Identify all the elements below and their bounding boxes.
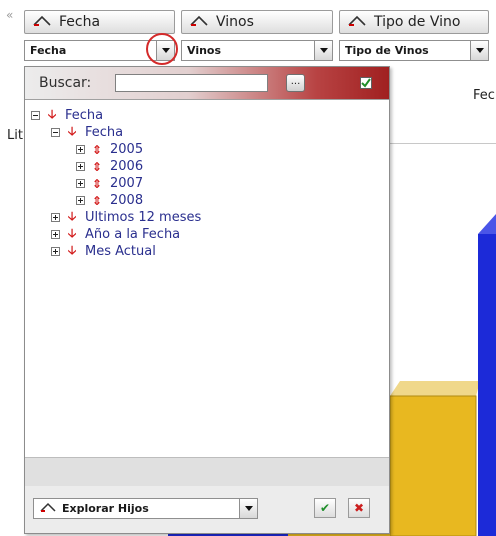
footer-separator xyxy=(25,457,389,486)
expand-box-icon[interactable] xyxy=(51,247,60,256)
arrow-updown-icon: ⇕ xyxy=(91,142,103,157)
browse-button[interactable]: ... xyxy=(286,74,305,92)
tree-node[interactable]: 🡣 Mes Actual xyxy=(51,243,156,260)
popup-footer: Explorar Hijos ✔ ✖ xyxy=(25,486,389,533)
tree-node[interactable]: ⇕ 2006 xyxy=(76,158,143,175)
tree-node-label: 2007 xyxy=(110,176,144,191)
chevron-down-icon[interactable] xyxy=(239,499,257,518)
expand-box-icon[interactable] xyxy=(76,196,85,205)
arrow-updown-icon: ⇕ xyxy=(91,193,103,208)
check-icon: ✔ xyxy=(319,501,331,515)
cancel-button[interactable]: ✖ xyxy=(348,498,370,518)
tree-node-label: Año a la Fecha xyxy=(85,227,181,242)
collapse-box-icon[interactable] xyxy=(51,128,60,137)
arrow-down-icon: 🡣 xyxy=(67,124,77,138)
close-icon: ✖ xyxy=(353,501,365,515)
tree-node-label: 2008 xyxy=(110,193,144,208)
explore-dropdown[interactable]: Explorar Hijos xyxy=(33,498,258,519)
tree-node-label: Mes Actual xyxy=(85,244,156,259)
explore-dropdown-value: Explorar Hijos xyxy=(62,502,149,515)
chart-bar-blue-top xyxy=(478,214,496,234)
collapse-box-icon[interactable] xyxy=(31,111,40,120)
arrow-updown-icon: ⇕ xyxy=(91,176,103,191)
arrow-down-icon: 🡣 xyxy=(67,243,77,257)
expand-box-icon[interactable] xyxy=(76,179,85,188)
select-all-checkbox[interactable] xyxy=(360,77,372,89)
chart-bar-gold-top xyxy=(390,381,480,396)
tree-node-label: 2006 xyxy=(110,159,144,174)
tree-node-label: Ultimos 12 meses xyxy=(85,210,202,225)
expand-box-icon[interactable] xyxy=(51,213,60,222)
tree-node[interactable]: 🡣 Fecha xyxy=(51,124,123,141)
expand-box-icon[interactable] xyxy=(51,230,60,239)
search-input[interactable] xyxy=(115,74,268,92)
tree-node-label: Fecha xyxy=(65,108,104,123)
expand-box-icon[interactable] xyxy=(76,145,85,154)
triangle-up-icon xyxy=(40,502,56,515)
chart-bar-blue xyxy=(478,234,496,536)
tree-node-label: Fecha xyxy=(85,125,124,140)
expand-box-icon[interactable] xyxy=(76,162,85,171)
tree-node[interactable]: ⇕ 2008 xyxy=(76,192,143,209)
chart-bar-gold xyxy=(389,395,477,536)
tree-node-label: 2005 xyxy=(110,142,144,157)
arrow-down-icon: 🡣 xyxy=(47,107,57,121)
search-label: Buscar: xyxy=(39,75,92,91)
search-bar: Buscar: ... xyxy=(25,67,389,100)
tree-node[interactable]: ⇕ 2005 xyxy=(76,141,143,158)
tree-node[interactable]: ⇕ 2007 xyxy=(76,175,143,192)
arrow-updown-icon: ⇕ xyxy=(91,159,103,174)
accept-button[interactable]: ✔ xyxy=(314,498,336,518)
member-selector-popup: Buscar: ... 🡣 Fecha 🡣 Fecha ⇕ 2005 ⇕ 200… xyxy=(24,66,390,534)
